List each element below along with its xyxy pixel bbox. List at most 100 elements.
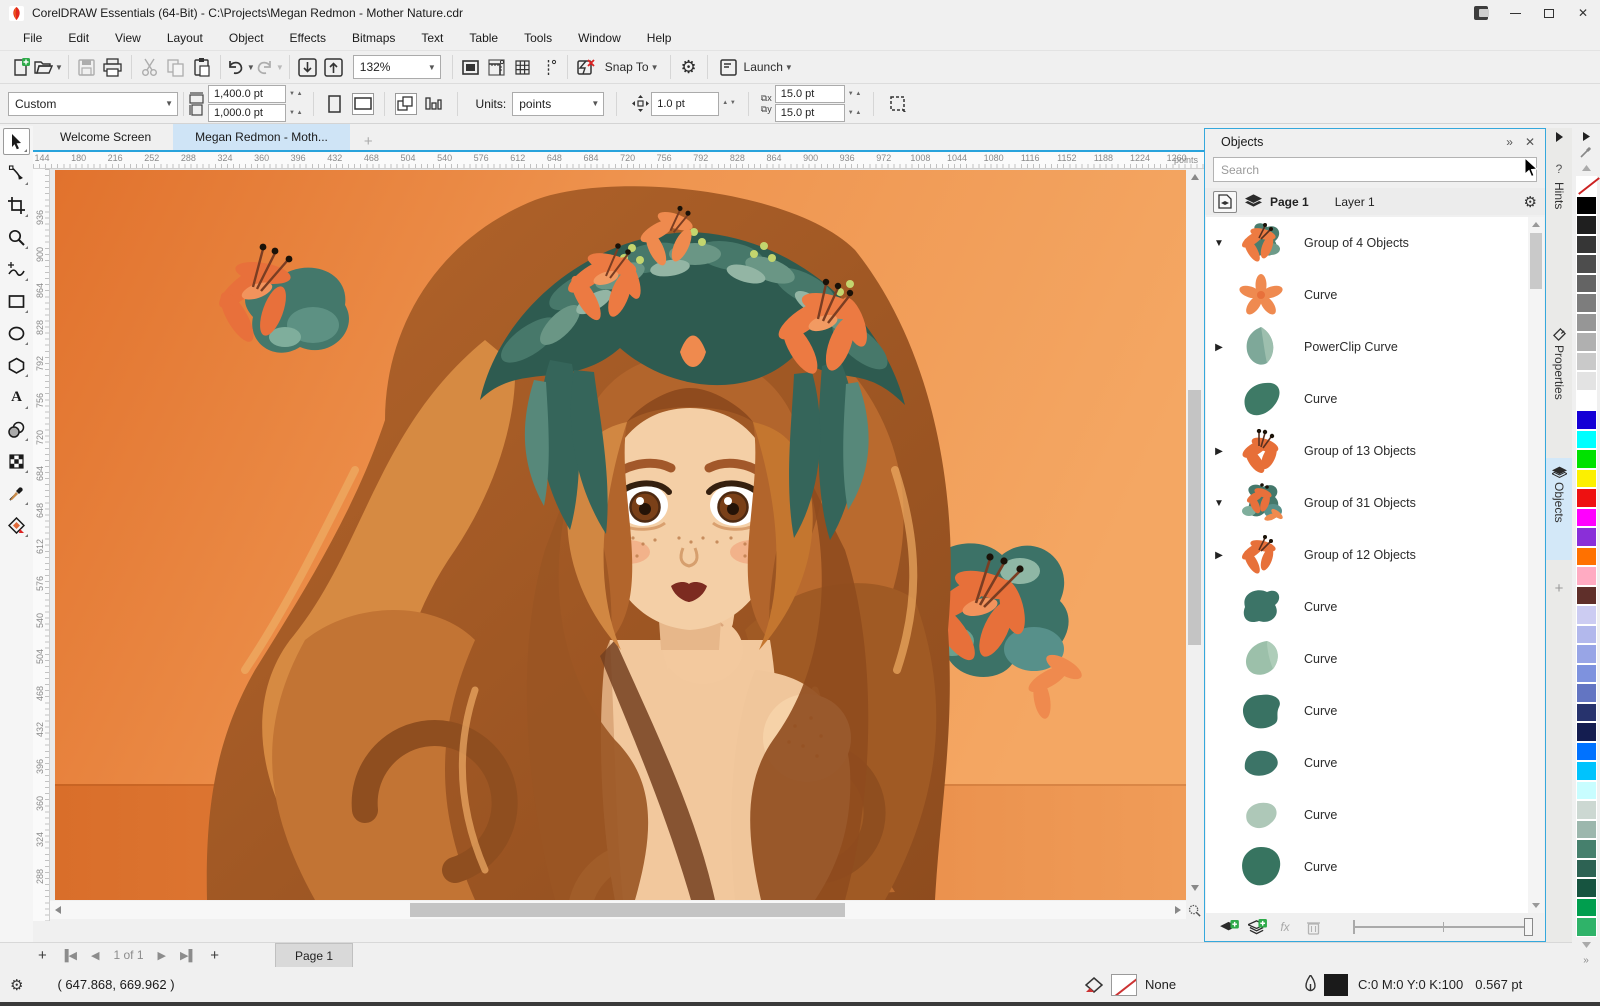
tab-document[interactable]: Megan Redmon - Moth... [173, 124, 350, 150]
menu-object[interactable]: Object [216, 28, 277, 48]
paste-icon[interactable] [189, 54, 215, 80]
zoom-tool-icon[interactable] [3, 224, 30, 251]
user-display-icon[interactable] [1464, 0, 1498, 26]
add-page-left-icon[interactable]: + [38, 947, 47, 964]
color-swatch[interactable] [1576, 722, 1597, 742]
color-swatch[interactable] [1576, 703, 1597, 723]
object-thumbnail-orange-lily-front[interactable] [1232, 533, 1290, 577]
object-row[interactable]: Curve [1206, 789, 1530, 841]
color-swatch[interactable] [1576, 508, 1597, 528]
color-swatch[interactable] [1576, 586, 1597, 606]
color-swatch[interactable] [1576, 488, 1597, 508]
new-document-icon[interactable] [8, 54, 34, 80]
object-row[interactable]: ▶Group of 13 Objects [1206, 425, 1530, 477]
object-thumbnail-teal-leaf-small[interactable] [1232, 741, 1290, 785]
all-pages-icon[interactable] [395, 93, 417, 115]
color-swatch[interactable] [1576, 293, 1597, 313]
guidelines-toggle-icon[interactable] [536, 54, 562, 80]
copy-icon[interactable] [163, 54, 189, 80]
snap-off-icon[interactable] [573, 54, 599, 80]
launch-button[interactable]: Launch▼ [713, 54, 799, 80]
color-swatch[interactable] [1576, 859, 1597, 879]
horizontal-ruler[interactable]: points 144180216252288324360396432468504… [33, 152, 1204, 169]
color-swatch[interactable] [1576, 839, 1597, 859]
object-row[interactable]: ▼Group of 4 Objects [1206, 217, 1530, 269]
object-thumbnail-teal-wave[interactable] [1232, 689, 1290, 733]
thumbnail-size-slider-handle[interactable] [1524, 918, 1533, 936]
current-page-icon[interactable] [423, 93, 445, 115]
palette-eyedropper-icon[interactable] [1572, 144, 1600, 160]
tab-objects[interactable]: Objects [1546, 458, 1572, 560]
color-swatch[interactable] [1576, 625, 1597, 645]
rectangle-tool-icon[interactable] [3, 288, 30, 315]
color-swatch[interactable] [1576, 449, 1597, 469]
last-page-icon[interactable]: ▶▌ [180, 949, 196, 962]
save-icon[interactable] [74, 54, 100, 80]
layer-label[interactable]: Layer 1 [1335, 195, 1375, 209]
crop-tool-icon[interactable] [3, 192, 30, 219]
color-swatch[interactable] [1576, 313, 1597, 333]
color-swatch[interactable] [1576, 917, 1597, 937]
color-swatch[interactable] [1576, 781, 1597, 801]
search-input[interactable]: Search [1213, 157, 1537, 182]
color-swatch[interactable] [1576, 371, 1597, 391]
color-swatch[interactable] [1576, 820, 1597, 840]
page-layer-row[interactable]: Page 1 Layer 1 ⚙ [1205, 188, 1545, 215]
menu-bitmaps[interactable]: Bitmaps [339, 28, 408, 48]
zoom-dropdown-icon[interactable]: ▼ [428, 63, 436, 72]
shadow-tool-icon[interactable] [3, 416, 30, 443]
color-swatch[interactable] [1576, 742, 1597, 762]
snap-to-button[interactable]: Snap To▼ [599, 54, 665, 80]
add-page-right-icon[interactable]: + [210, 947, 219, 964]
undo-icon[interactable]: ▼ [226, 54, 255, 80]
palette-scroll-down-icon[interactable] [1572, 937, 1600, 953]
color-swatch[interactable] [1576, 566, 1597, 586]
color-swatch[interactable] [1576, 430, 1597, 450]
color-swatch[interactable] [1576, 644, 1597, 664]
landscape-icon[interactable] [352, 93, 374, 115]
treat-as-filled-icon[interactable] [886, 93, 908, 115]
menu-help[interactable]: Help [634, 28, 685, 48]
menu-text[interactable]: Text [408, 28, 456, 48]
fill-tool-icon[interactable] [3, 512, 30, 539]
menu-edit[interactable]: Edit [55, 28, 102, 48]
drawing-canvas[interactable] [50, 169, 1186, 900]
collapse-strip-icon[interactable] [1546, 132, 1572, 142]
color-swatch[interactable] [1576, 254, 1597, 274]
objects-list-scrollbar[interactable] [1528, 217, 1544, 913]
export-icon[interactable] [321, 54, 347, 80]
canvas-horizontal-scrollbar[interactable] [50, 901, 1186, 919]
object-row[interactable] [1206, 893, 1530, 913]
portrait-icon[interactable] [324, 93, 346, 115]
color-swatch[interactable] [1576, 215, 1597, 235]
object-thumbnail-lily-cluster[interactable] [1232, 221, 1290, 265]
menu-table[interactable]: Table [456, 28, 511, 48]
object-thumbnail-light-green-blob[interactable] [1232, 637, 1290, 681]
object-thumbnail-orange-star[interactable] [1232, 273, 1290, 317]
object-thumbnail-orange-partial[interactable] [1232, 897, 1290, 913]
object-row[interactable]: Curve [1206, 841, 1530, 893]
duplicate-x-field[interactable]: 15.0 pt [775, 85, 845, 103]
fullscreen-preview-icon[interactable] [458, 54, 484, 80]
color-swatch[interactable] [1576, 196, 1597, 216]
expand-icon[interactable]: ▶ [1206, 550, 1232, 561]
zoom-level-combo[interactable]: 132%▼ [353, 55, 441, 79]
object-thumbnail-teal-blob[interactable] [1232, 585, 1290, 629]
ellipse-tool-icon[interactable] [3, 320, 30, 347]
object-row[interactable]: ▶PowerClip Curve [1206, 321, 1530, 373]
duplicate-y-spinner[interactable]: ▼ ▲ [848, 110, 862, 117]
object-row[interactable]: Curve [1206, 373, 1530, 425]
next-page-icon[interactable]: ▶ [158, 949, 166, 962]
page-width-field[interactable]: 1,400.0 pt [208, 85, 286, 103]
color-swatch[interactable] [1576, 605, 1597, 625]
layer-options-gear-icon[interactable]: ⚙ [1524, 193, 1537, 211]
nudge-spinner[interactable]: ▲ ▼ [722, 100, 736, 107]
tab-properties[interactable]: Properties [1546, 328, 1572, 400]
page-tab[interactable]: Page 1 [275, 943, 353, 968]
object-row[interactable]: ▼Group of 31 Objects [1206, 477, 1530, 529]
color-swatch[interactable] [1576, 800, 1597, 820]
vertical-ruler[interactable]: points 936900864828792756720684648612576… [33, 169, 50, 921]
object-row[interactable]: Curve [1206, 685, 1530, 737]
curve-tool-icon[interactable] [3, 256, 30, 283]
color-swatch[interactable] [1576, 410, 1597, 430]
